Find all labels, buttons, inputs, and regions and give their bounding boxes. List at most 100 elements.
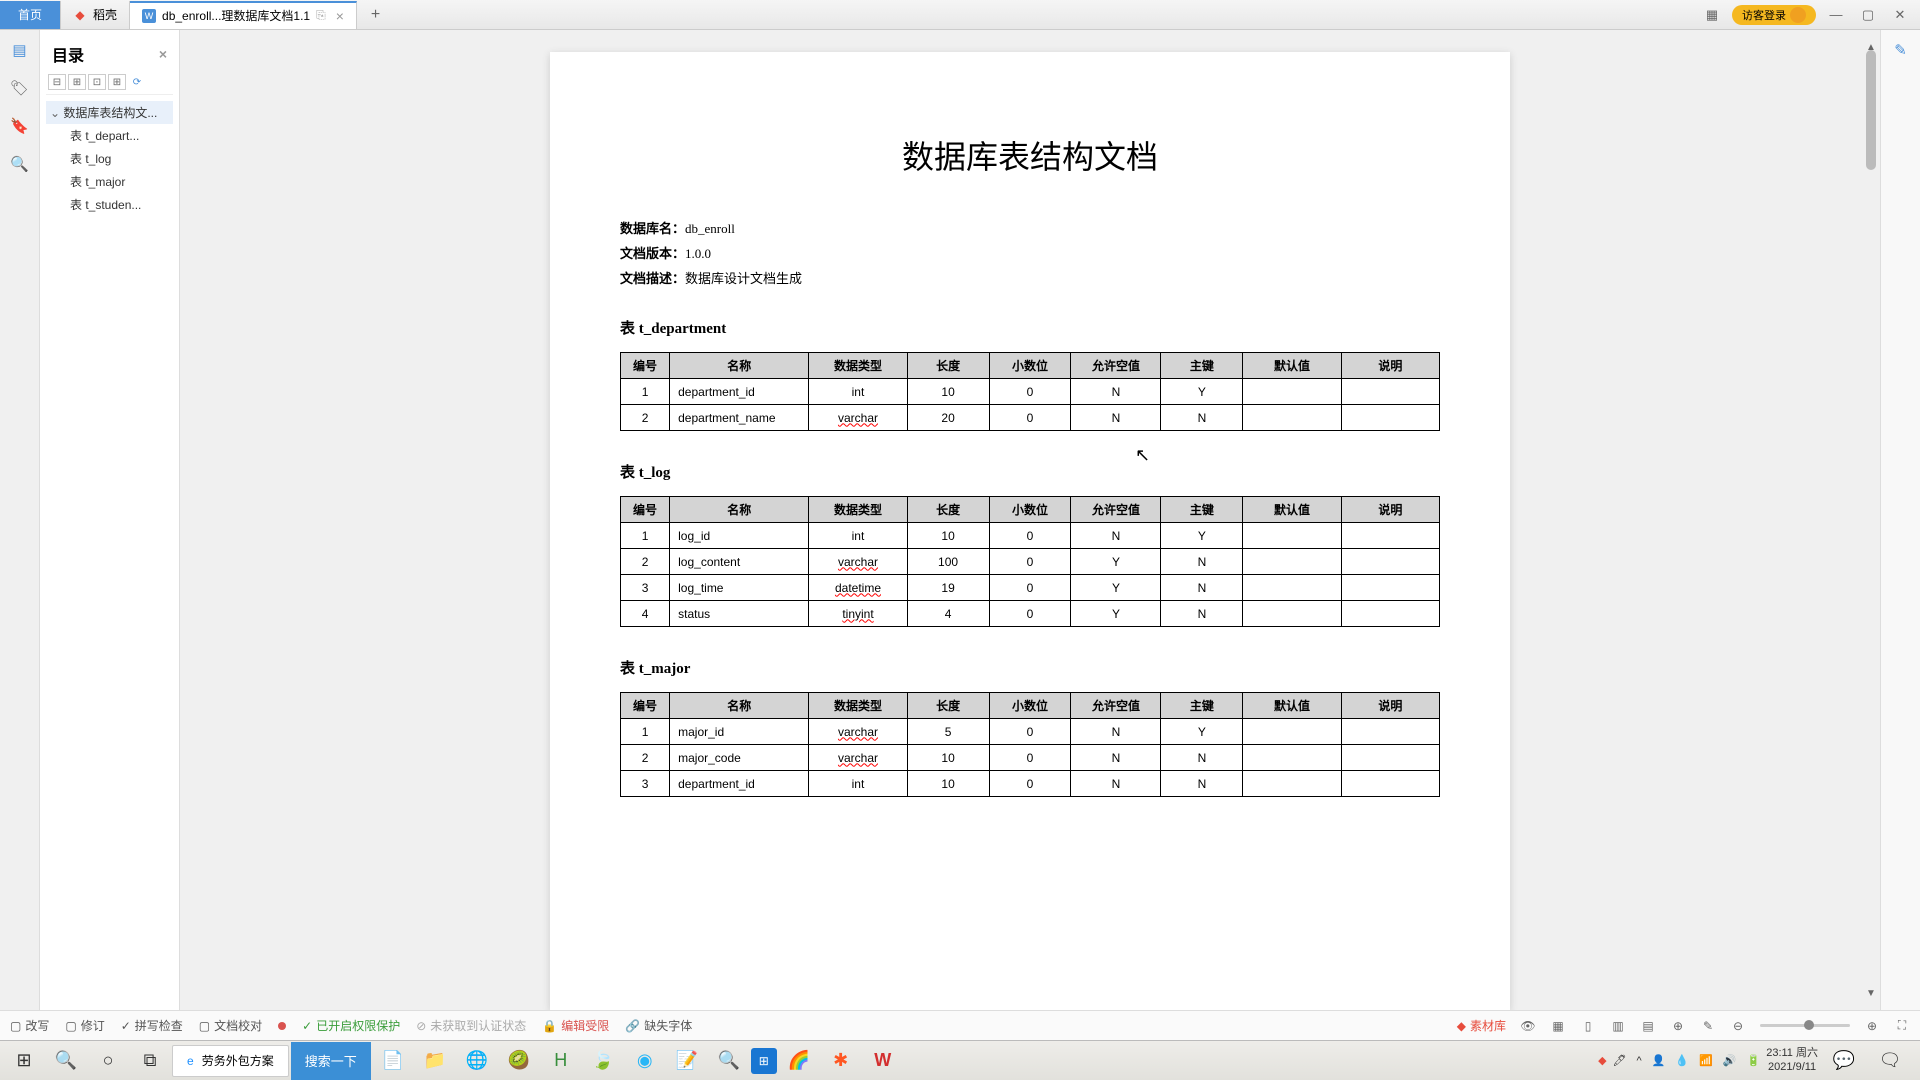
scroll-thumb[interactable] — [1866, 50, 1876, 170]
app-icon[interactable]: ◆ — [1598, 1054, 1606, 1067]
toc-item[interactable]: 表 t_major — [46, 170, 173, 193]
view2-icon[interactable]: ▥ — [1610, 1018, 1626, 1034]
scroll-down-icon[interactable]: ▼ — [1864, 986, 1878, 1000]
chrome-icon[interactable]: 🌈 — [779, 1042, 819, 1080]
grid-icon[interactable]: ▦ — [1700, 3, 1724, 27]
tray-icon[interactable]: 🖊 — [1613, 1054, 1627, 1067]
app-icon[interactable]: ◉ — [625, 1042, 665, 1080]
page-title: 数据库表结构文档 — [620, 132, 1440, 178]
sb-spell[interactable]: ✓ 拼写检查 — [121, 1017, 183, 1034]
wifi-icon[interactable]: 📶 — [1699, 1054, 1713, 1067]
zoom-out-button[interactable]: ⊖ — [1730, 1018, 1746, 1034]
toc-root[interactable]: ⌄ 数据库表结构文... — [46, 101, 173, 124]
app-icon[interactable]: ⊞ — [751, 1048, 777, 1074]
zoom-slider[interactable] — [1760, 1024, 1850, 1027]
table-cell: int — [809, 771, 907, 797]
sb-fonts[interactable]: 🔗 缺失字体 — [625, 1017, 692, 1034]
app-icon[interactable]: 🥝 — [499, 1042, 539, 1080]
toc-item[interactable]: 表 t_depart... — [46, 124, 173, 147]
sb-rewrite[interactable]: ▢ 改写 — [10, 1017, 49, 1034]
zoom-in-button[interactable]: ⊕ — [1864, 1018, 1880, 1034]
taskbar-clock[interactable]: 23:11 周六 2021/9/11 — [1766, 1047, 1818, 1073]
web-icon[interactable]: ⊕ — [1670, 1018, 1686, 1034]
bookmark-icon[interactable]: 🔖 — [10, 116, 30, 136]
view3-icon[interactable]: ▤ — [1640, 1018, 1656, 1034]
app-icon[interactable]: 📝 — [667, 1042, 707, 1080]
sb-auth[interactable]: ⊘ 未获取到认证状态 — [416, 1017, 526, 1034]
tray-icon[interactable]: 👤 — [1652, 1054, 1666, 1067]
sb-protect[interactable]: ✓ 已开启权限保护 — [302, 1017, 400, 1034]
table-cell: 1 — [621, 379, 670, 405]
chevron-down-icon: ⌄ — [50, 106, 60, 120]
taskbar-search[interactable]: 搜索一下 — [291, 1042, 371, 1080]
battery-icon[interactable]: 🔋 — [1747, 1054, 1761, 1067]
app-icon[interactable]: 📄 — [373, 1042, 413, 1080]
toc-item[interactable]: 表 t_studen... — [46, 193, 173, 216]
start-button[interactable]: ⊞ — [4, 1042, 44, 1080]
table-cell — [1341, 745, 1439, 771]
app-icon[interactable]: 🔍 — [709, 1042, 749, 1080]
sb-proof[interactable]: ▢ 文档校对 — [199, 1017, 262, 1034]
table-cell: N — [1161, 771, 1243, 797]
outline-title: 目录 — [52, 42, 84, 66]
view1-icon[interactable]: ▯ — [1580, 1018, 1596, 1034]
taskview-button[interactable]: ⧉ — [130, 1042, 170, 1080]
collapse-all-button[interactable]: ⊟ — [48, 74, 66, 90]
fullscreen-icon[interactable]: ⛶ — [1894, 1018, 1910, 1034]
tab-home[interactable]: 首页 — [0, 1, 61, 29]
page-icon[interactable]: ▦ — [1550, 1018, 1566, 1034]
table-row: 2department_namevarchar200NN — [621, 405, 1440, 431]
table-cell: N — [1071, 771, 1161, 797]
db-table: 编号名称数据类型长度小数位允许空值主键默认值说明1log_idint100NY2… — [620, 496, 1440, 627]
app-icon[interactable]: H — [541, 1042, 581, 1080]
tray-icon[interactable]: 💧 — [1675, 1054, 1689, 1067]
level-up-button[interactable]: ⊞ — [108, 74, 126, 90]
tab-pin-icon[interactable]: ⎘ — [316, 8, 326, 23]
section-heading: 表 t_log — [620, 461, 1440, 482]
tab-daoké[interactable]: ◆ 稻壳 — [61, 1, 130, 29]
table-cell: status — [670, 601, 809, 627]
edit-icon[interactable]: ✎ — [1891, 40, 1911, 60]
app-icon[interactable]: 🌐 — [457, 1042, 497, 1080]
toc-item[interactable]: 表 t_log — [46, 147, 173, 170]
tray-up-icon[interactable]: ^ — [1637, 1055, 1642, 1067]
search-button[interactable]: 🔍 — [46, 1042, 86, 1080]
search-icon[interactable]: 🔍 — [10, 154, 30, 174]
close-icon[interactable]: × — [336, 8, 344, 24]
avatar-icon — [1790, 7, 1806, 23]
close-button[interactable]: ✕ — [1888, 3, 1912, 27]
minimize-button[interactable]: — — [1824, 3, 1848, 27]
new-tab-button[interactable]: + — [357, 1, 394, 29]
app-icon[interactable]: 🍃 — [583, 1042, 623, 1080]
refresh-button[interactable]: ⟳ — [128, 74, 146, 90]
cortana-button[interactable]: ○ — [88, 1042, 128, 1080]
table-cell: 0 — [989, 523, 1071, 549]
table-cell: 3 — [621, 771, 670, 797]
table-header: 长度 — [907, 693, 989, 719]
expand-all-button[interactable]: ⊞ — [68, 74, 86, 90]
outline-icon[interactable]: ▤ — [10, 40, 30, 60]
login-badge[interactable]: 访客登录 — [1732, 5, 1816, 25]
scrollbar[interactable]: ▲ ▼ — [1864, 40, 1878, 1000]
sb-limited[interactable]: 🔒 编辑受限 — [542, 1017, 609, 1034]
notif-icon[interactable]: 🗨 — [1870, 1042, 1910, 1080]
eye-icon[interactable]: 👁 — [1520, 1018, 1536, 1034]
wps-icon[interactable]: W — [863, 1042, 903, 1080]
level-down-button[interactable]: ⊡ — [88, 74, 106, 90]
taskbar-app-ie[interactable]: e 劳务外包方案 — [172, 1045, 289, 1077]
sb-materials[interactable]: ◆ 素材库 — [1457, 1017, 1506, 1034]
sb-revise[interactable]: ▢ 修订 — [65, 1017, 104, 1034]
notif-icon[interactable]: 💬 — [1824, 1042, 1864, 1080]
volume-icon[interactable]: 🔊 — [1723, 1054, 1737, 1067]
app-icon[interactable]: ✱ — [821, 1042, 861, 1080]
tag-icon[interactable]: 🏷 — [10, 78, 30, 98]
document-viewport[interactable]: 数据库表结构文档 数据库名：db_enroll文档版本：1.0.0文档描述：数据… — [180, 30, 1880, 1010]
explorer-icon[interactable]: 📁 — [415, 1042, 455, 1080]
outline-view-icon[interactable]: ✎ — [1700, 1018, 1716, 1034]
table-header: 主键 — [1161, 693, 1243, 719]
close-icon[interactable]: × — [159, 46, 167, 62]
table-cell: Y — [1071, 575, 1161, 601]
table-cell: Y — [1161, 719, 1243, 745]
tab-document[interactable]: W db_enroll...理数据库文档1.1 ⎘ × — [130, 1, 357, 29]
maximize-button[interactable]: ▢ — [1856, 3, 1880, 27]
